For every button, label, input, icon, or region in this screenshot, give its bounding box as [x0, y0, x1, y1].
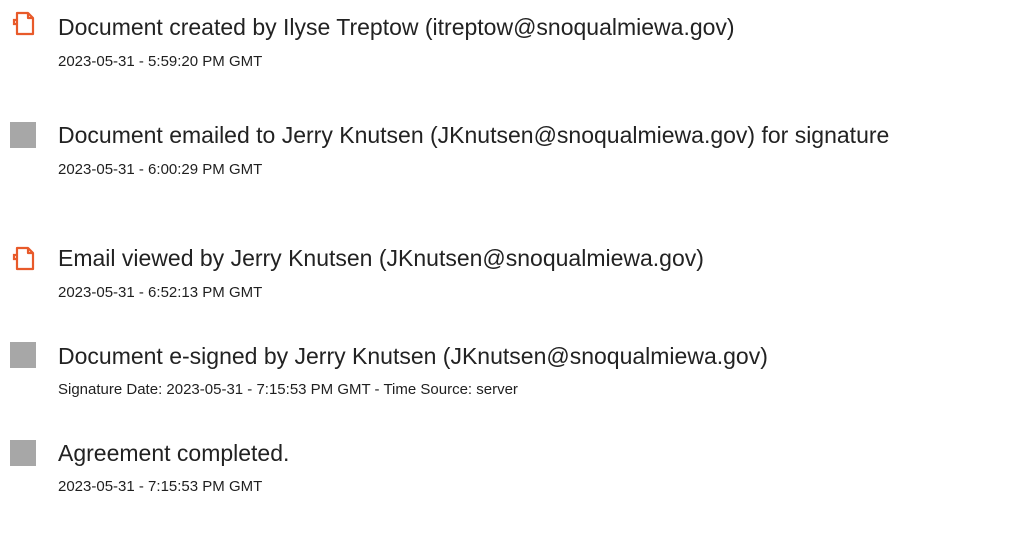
- event-title: Document created by Ilyse Treptow (itrep…: [58, 14, 735, 40]
- event-timestamp: 2023-05-31 - 7:15:53 PM GMT: [58, 478, 263, 495]
- event-title: Document emailed to Jerry Knutsen (JKnut…: [58, 122, 890, 148]
- event-timestamp: 2023-05-31 - 6:52:13 PM GMT: [58, 284, 263, 301]
- gray-square-icon: [10, 122, 36, 148]
- event-timestamp: 2023-05-31 - 5:59:20 PM GMT: [58, 53, 263, 70]
- event-title: Agreement completed.: [58, 440, 290, 466]
- gray-square-icon: [10, 342, 36, 368]
- event-timestamp: 2023-05-31 - 6:00:29 PM GMT: [58, 161, 263, 178]
- document-icon: [10, 245, 38, 273]
- gray-square-icon: [10, 440, 36, 466]
- event-title: Document e-signed by Jerry Knutsen (JKnu…: [58, 343, 768, 369]
- event-timestamp: Signature Date: 2023-05-31 - 7:15:53 PM …: [58, 381, 518, 398]
- document-icon: [10, 10, 38, 38]
- event-title: Email viewed by Jerry Knutsen (JKnutsen@…: [58, 245, 704, 271]
